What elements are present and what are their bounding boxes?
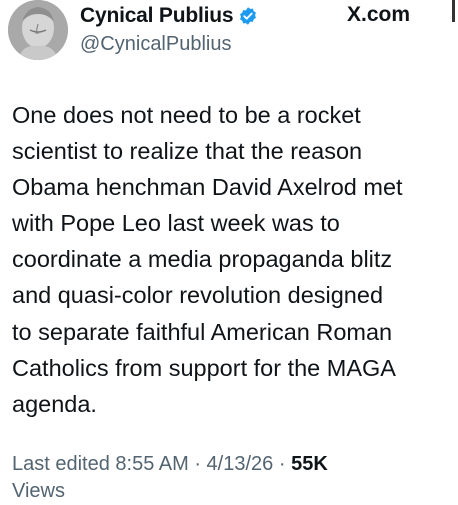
meta-separator: · [273,453,292,475]
views-count[interactable]: 55K [291,453,328,475]
author-name-row: Cynical Publius [80,3,258,29]
site-brand: X.com [347,3,411,26]
views-label: Views [12,480,65,502]
tweet-text: One does not need to be a rocket scienti… [12,102,403,417]
edge-divider [452,0,455,22]
author-handle[interactable]: @CynicalPublius [80,33,231,56]
avatar[interactable] [8,0,68,60]
bust-statue-icon [8,0,68,60]
edited-timestamp[interactable]: Last edited 8:55 AM · 4/13/26 [12,453,273,475]
tweet-meta: Last edited 8:55 AM · 4/13/26 · 55K View… [12,451,452,505]
author-display-name[interactable]: Cynical Publius [80,4,234,28]
verified-badge-icon [238,6,258,26]
